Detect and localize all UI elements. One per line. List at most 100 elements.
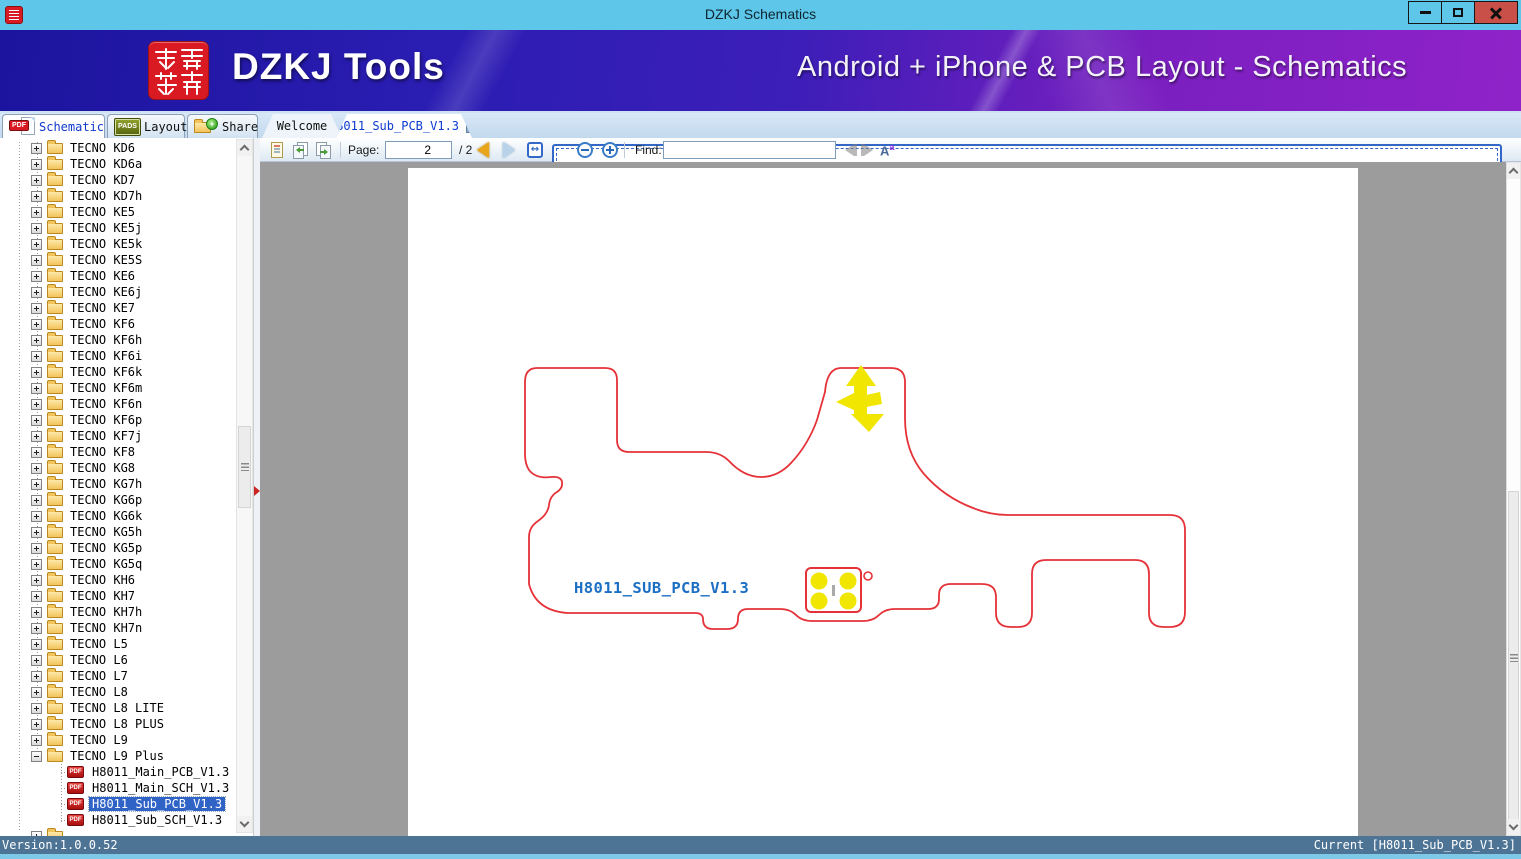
- next-page-icon[interactable]: [503, 142, 515, 158]
- tree-scrollbar-thumb[interactable]: [238, 426, 251, 508]
- tree-item[interactable]: TECNO KG8: [0, 459, 236, 476]
- tree-item[interactable]: TECNO L6: [0, 651, 236, 668]
- tree-item[interactable]: TECNO KF8: [0, 443, 236, 460]
- tree-item[interactable]: TECNO KG5q: [0, 555, 236, 572]
- expand-toggle[interactable]: [31, 606, 42, 618]
- expand-toggle[interactable]: [31, 654, 42, 666]
- expand-toggle[interactable]: [31, 430, 42, 442]
- find-next-icon[interactable]: [861, 144, 875, 156]
- tree-scrollbar[interactable]: [236, 139, 253, 833]
- tree-item[interactable]: TECNO KG7h: [0, 475, 236, 492]
- expand-toggle[interactable]: [31, 734, 42, 746]
- collapse-toggle[interactable]: [31, 750, 42, 762]
- expand-toggle[interactable]: [31, 318, 42, 330]
- expand-toggle[interactable]: [31, 270, 42, 282]
- expand-toggle[interactable]: [31, 158, 42, 170]
- expand-toggle[interactable]: [31, 478, 42, 490]
- expand-toggle[interactable]: [31, 574, 42, 586]
- page-forward-view-icon[interactable]: [314, 141, 333, 159]
- tab-schematic[interactable]: PDF Schematic: [2, 114, 105, 138]
- tree-item[interactable]: TECNO KF6p: [0, 411, 236, 428]
- expand-toggle[interactable]: [31, 558, 42, 570]
- tree-item[interactable]: TECNO KG6p: [0, 491, 236, 508]
- tree-item[interactable]: PDF H8011_Main_PCB_V1.3: [0, 764, 236, 780]
- tree-item[interactable]: TECNO KD7h: [0, 187, 236, 204]
- scroll-down-button[interactable]: [1507, 819, 1520, 835]
- expand-toggle[interactable]: [31, 190, 42, 202]
- tree-item[interactable]: TECNO KH7h: [0, 603, 236, 620]
- page-number-input[interactable]: [385, 141, 452, 159]
- tree-item[interactable]: TECNO KF6m: [0, 379, 236, 396]
- minimize-button[interactable]: [1408, 1, 1442, 24]
- doc-tab-h8011_sub_pcb_v1.3[interactable]: H8011_Sub_PCB_V1.3: [336, 114, 472, 138]
- expand-toggle[interactable]: [31, 542, 42, 554]
- expand-toggle[interactable]: [31, 174, 42, 186]
- page-back-view-icon[interactable]: [291, 141, 310, 159]
- expand-toggle[interactable]: [31, 302, 42, 314]
- expand-toggle[interactable]: [31, 206, 42, 218]
- tab-layout[interactable]: PADS Layout: [107, 114, 187, 138]
- tree-item[interactable]: PDF H8011_Sub_PCB_V1.3: [0, 796, 236, 812]
- tree-item[interactable]: TECNO KE5k: [0, 235, 236, 252]
- expand-toggle[interactable]: [31, 398, 42, 410]
- copy-page-icon[interactable]: [268, 141, 287, 159]
- tree-item[interactable]: TECNO KG5p: [0, 539, 236, 556]
- expand-toggle[interactable]: [31, 222, 42, 234]
- expand-toggle[interactable]: [31, 638, 42, 650]
- expand-toggle[interactable]: [31, 510, 42, 522]
- tree-item[interactable]: TECNO KH6: [0, 571, 236, 588]
- expand-toggle[interactable]: [31, 526, 42, 538]
- find-previous-icon[interactable]: [843, 144, 857, 156]
- expand-toggle[interactable]: [31, 238, 42, 250]
- tree-item[interactable]: TECNO KF6i: [0, 347, 236, 364]
- tree-item[interactable]: PDF H8011_Main_SCH_V1.3: [0, 780, 236, 796]
- tree-item[interactable]: TECNO L8 PLUS: [0, 715, 236, 732]
- scroll-up-button[interactable]: [1507, 163, 1520, 179]
- expand-toggle[interactable]: [31, 286, 42, 298]
- zoom-in-icon[interactable]: [602, 142, 618, 158]
- expand-toggle[interactable]: [31, 670, 42, 682]
- tree-item[interactable]: TECNO L9 Plus: [0, 747, 236, 764]
- tree-item[interactable]: TECNO KF6n: [0, 395, 236, 412]
- tree-item[interactable]: TECNO KG6k: [0, 507, 236, 524]
- scroll-down-button[interactable]: [237, 816, 252, 832]
- tree-item[interactable]: TECNO L5: [0, 635, 236, 652]
- tree-item[interactable]: TECNO KF7j: [0, 427, 236, 444]
- tree-item[interactable]: TECNO KE7: [0, 299, 236, 316]
- expand-toggle[interactable]: [31, 622, 42, 634]
- tree-item[interactable]: TECNO KG5h: [0, 523, 236, 540]
- expand-toggle[interactable]: [31, 718, 42, 730]
- fit-width-icon[interactable]: ↔: [527, 142, 543, 158]
- zoom-out-icon[interactable]: [577, 142, 593, 158]
- tree-item[interactable]: TECNO KE5: [0, 203, 236, 220]
- doc-tab-welcome[interactable]: Welcome: [262, 114, 342, 138]
- expand-toggle[interactable]: [31, 142, 42, 154]
- tab-share[interactable]: + Share: [187, 114, 258, 138]
- expand-toggle[interactable]: [31, 414, 42, 426]
- tree-item[interactable]: TECNO L7: [0, 667, 236, 684]
- expand-toggle[interactable]: [31, 334, 42, 346]
- expand-toggle[interactable]: [31, 462, 42, 474]
- tree-item[interactable]: TECNO KE5S: [0, 251, 236, 268]
- tree-item[interactable]: PDF H8011_Sub_SCH_V1.3: [0, 812, 236, 828]
- tree-item[interactable]: TECNO KD7: [0, 171, 236, 188]
- scroll-up-button[interactable]: [237, 140, 252, 156]
- tree-item[interactable]: TECNO KF6h: [0, 331, 236, 348]
- tree-item[interactable]: TECNO KE6j: [0, 283, 236, 300]
- expand-toggle[interactable]: [31, 494, 42, 506]
- expand-toggle[interactable]: [31, 446, 42, 458]
- expand-toggle[interactable]: [31, 366, 42, 378]
- tree-item[interactable]: TECNO KD6a: [0, 155, 236, 172]
- viewer-scrollbar-thumb[interactable]: [1508, 491, 1519, 824]
- tree-item[interactable]: TECNO KF6k: [0, 363, 236, 380]
- match-case-icon[interactable]: Aa: [880, 142, 894, 158]
- tree-item[interactable]: [0, 827, 236, 836]
- maximize-button[interactable]: [1441, 1, 1475, 24]
- find-input[interactable]: [663, 141, 836, 159]
- tree-item[interactable]: TECNO KH7: [0, 587, 236, 604]
- tree-item[interactable]: TECNO KD6: [0, 140, 236, 156]
- tree-item[interactable]: TECNO L8: [0, 683, 236, 700]
- expand-toggle[interactable]: [31, 350, 42, 362]
- expand-toggle[interactable]: [31, 686, 42, 698]
- expand-toggle[interactable]: [31, 590, 42, 602]
